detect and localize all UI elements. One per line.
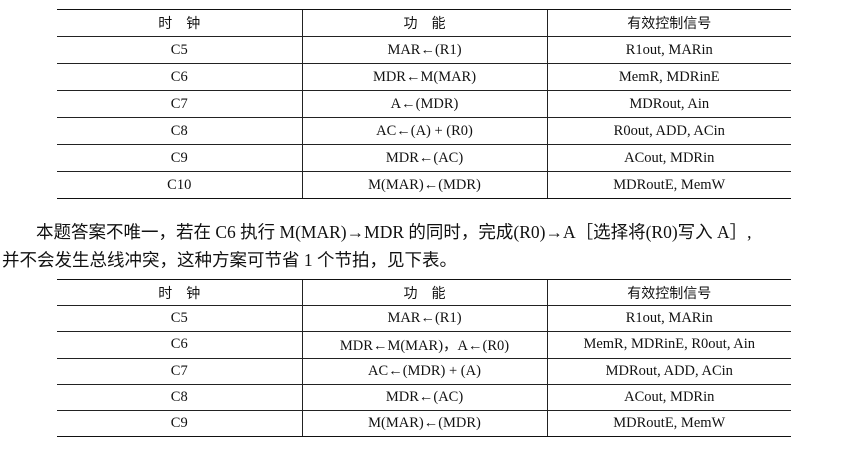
table-row: C6 MDR←M(MAR)，A←(R0) MemR, MDRinE, R0out…: [57, 331, 791, 359]
function-cell: M(MAR)←(MDR): [301, 410, 547, 438]
header-signals: 有效控制信号: [546, 278, 791, 307]
function-cell: MDR←(AC): [301, 384, 547, 411]
signals-cell: R0out, ADD, ACin: [546, 117, 791, 145]
function-cell: A←(MDR): [301, 90, 547, 118]
signals-cell: ACout, MDRin: [546, 384, 791, 411]
clock-cell: C10: [57, 171, 302, 199]
control-signal-table-2: 时 钟 功 能 有效控制信号 C5 MAR←(R1) R1out, MARin …: [57, 278, 791, 438]
table-row: C5 MAR←(R1) R1out, MARin: [57, 36, 791, 64]
clock-cell: C7: [57, 358, 302, 385]
signals-cell: MemR, MDRinE, R0out, Ain: [546, 331, 791, 359]
table-row: C9 MDR←(AC) ACout, MDRin: [57, 144, 791, 172]
table-row: C8 AC←(A) + (R0) R0out, ADD, ACin: [57, 117, 791, 145]
signals-cell: R1out, MARin: [546, 36, 791, 64]
function-cell: AC←(A) + (R0): [301, 117, 547, 145]
clock-cell: C8: [57, 384, 302, 411]
header-function: 功 能: [301, 9, 547, 37]
table-header-row: 时 钟 功 能 有效控制信号: [57, 9, 791, 37]
clock-cell: C6: [57, 63, 302, 91]
signals-cell: MDRout, ADD, ACin: [546, 358, 791, 385]
table-header-row: 时 钟 功 能 有效控制信号: [57, 278, 791, 307]
table-row: C10 M(MAR)←(MDR) MDRoutE, MemW: [57, 171, 791, 199]
header-function: 功 能: [301, 278, 547, 307]
table-row: C6 MDR←M(MAR) MemR, MDRinE: [57, 63, 791, 91]
function-cell: MDR←M(MAR)，A←(R0): [301, 331, 547, 359]
clock-cell: C7: [57, 90, 302, 118]
clock-cell: C6: [57, 331, 302, 359]
signals-cell: MDRoutE, MemW: [546, 410, 791, 438]
header-signals: 有效控制信号: [546, 9, 791, 37]
table-row: C7 AC←(MDR) + (A) MDRout, ADD, ACin: [57, 358, 791, 385]
signals-cell: MDRoutE, MemW: [546, 171, 791, 199]
paragraph-line-1: 本题答案不唯一，若在 C6 执行 M(MAR)→MDR 的同时，完成(R0)→A…: [36, 222, 752, 242]
table-row: C9 M(MAR)←(MDR) MDRoutE, MemW: [57, 410, 791, 438]
control-signal-table-1: 时 钟 功 能 有效控制信号 C5 MAR←(R1) R1out, MARin …: [57, 9, 791, 199]
function-cell: M(MAR)←(MDR): [301, 171, 547, 199]
table-row: C5 MAR←(R1) R1out, MARin: [57, 305, 791, 333]
function-cell: MDR←(AC): [301, 144, 547, 172]
function-cell: AC←(MDR) + (A): [301, 358, 547, 385]
clock-cell: C9: [57, 144, 302, 172]
function-cell: MAR←(R1): [301, 36, 547, 64]
clock-cell: C5: [57, 36, 302, 64]
signals-cell: ACout, MDRin: [546, 144, 791, 172]
table-row: C7 A←(MDR) MDRout, Ain: [57, 90, 791, 118]
function-cell: MDR←M(MAR): [301, 63, 547, 91]
table-row: C8 MDR←(AC) ACout, MDRin: [57, 384, 791, 411]
signals-cell: R1out, MARin: [546, 305, 791, 333]
clock-cell: C8: [57, 117, 302, 145]
function-cell: MAR←(R1): [301, 305, 547, 333]
header-clock: 时 钟: [57, 9, 302, 37]
header-clock: 时 钟: [57, 278, 302, 307]
explanation-paragraph: 本题答案不唯一，若在 C6 执行 M(MAR)→MDR 的同时，完成(R0)→A…: [0, 218, 861, 274]
signals-cell: MemR, MDRinE: [546, 63, 791, 91]
paragraph-line-2: 并不会发生总线冲突，这种方案可节省 1 个节拍，见下表。: [2, 250, 457, 270]
clock-cell: C9: [57, 410, 302, 438]
clock-cell: C5: [57, 305, 302, 333]
signals-cell: MDRout, Ain: [546, 90, 791, 118]
